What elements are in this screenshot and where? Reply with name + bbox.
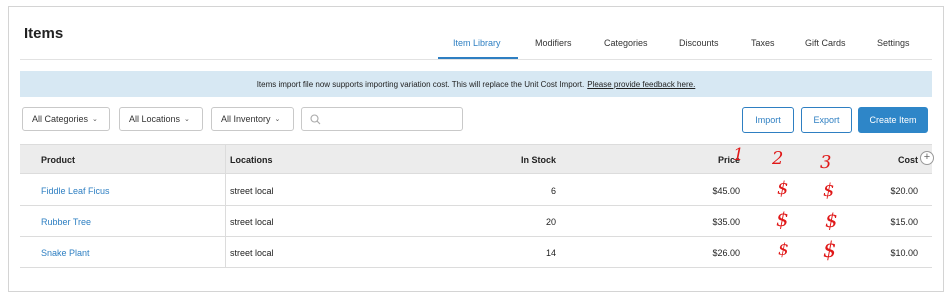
categories-filter[interactable]: All Categories ⌄ <box>22 107 110 131</box>
tab-gift-cards[interactable]: Gift Cards <box>805 38 846 48</box>
annotation-dollar: $ <box>823 180 835 201</box>
annotation-dollar: $ <box>776 207 789 231</box>
annotation-number-3: 3 <box>820 152 832 173</box>
info-banner: Items import file now supports importing… <box>20 71 932 97</box>
locations-filter-label: All Locations <box>129 114 181 124</box>
product-link[interactable]: Fiddle Leaf Ficus <box>41 186 110 196</box>
annotation-dollar: $ <box>777 178 789 199</box>
tab-modifiers[interactable]: Modifiers <box>535 38 572 48</box>
cost-cell: $15.00 <box>890 217 918 227</box>
price-cell: $26.00 <box>712 248 740 258</box>
stock-cell: 20 <box>545 217 556 227</box>
annotation-dollar: $ <box>823 238 837 262</box>
search-field[interactable] <box>301 107 463 131</box>
table-row[interactable]: Fiddle Leaf Ficus street local 6 $45.00 … <box>20 175 932 206</box>
search-input[interactable] <box>324 111 458 127</box>
inventory-filter[interactable]: All Inventory ⌄ <box>211 107 294 131</box>
tabs-divider <box>20 59 932 60</box>
annotation-number-2: 2 <box>772 148 784 169</box>
table-header: Product Locations In Stock Price Cost <box>20 144 932 174</box>
export-button[interactable]: Export <box>801 107 852 133</box>
feedback-link[interactable]: Please provide feedback here. <box>587 80 695 89</box>
stock-cell: 14 <box>545 248 556 258</box>
table-row[interactable]: Snake Plant street local 14 $26.00 $10.0… <box>20 237 932 268</box>
location-cell: street local <box>230 217 274 227</box>
annotation-dollar: $ <box>778 240 789 260</box>
price-cell: $35.00 <box>712 217 740 227</box>
column-cost[interactable]: Cost <box>898 155 918 165</box>
import-button[interactable]: Import <box>742 107 794 133</box>
locations-filter[interactable]: All Locations ⌄ <box>119 107 203 131</box>
chevron-down-icon: ⌄ <box>184 116 190 123</box>
annotation-number-1: 1 <box>733 145 744 165</box>
tab-categories[interactable]: Categories <box>604 38 648 48</box>
create-item-button[interactable]: Create Item <box>858 107 928 133</box>
column-product[interactable]: Product <box>41 155 75 165</box>
column-divider <box>225 144 226 268</box>
tab-bar: Item Library Modifiers Categories Discou… <box>0 38 952 54</box>
plus-circle-icon[interactable]: + <box>920 151 934 165</box>
price-cell: $45.00 <box>712 186 740 196</box>
cost-cell: $10.00 <box>890 248 918 258</box>
cost-cell: $20.00 <box>890 186 918 196</box>
banner-text: Items import file now supports importing… <box>256 79 585 89</box>
product-link[interactable]: Rubber Tree <box>41 217 91 227</box>
tab-taxes[interactable]: Taxes <box>751 38 775 48</box>
product-link[interactable]: Snake Plant <box>41 248 90 258</box>
annotation-dollar: $ <box>825 208 838 232</box>
location-cell: street local <box>230 248 274 258</box>
categories-filter-label: All Categories <box>32 114 89 124</box>
tab-settings[interactable]: Settings <box>877 38 910 48</box>
column-in-stock[interactable]: In Stock <box>521 155 556 165</box>
tab-item-library[interactable]: Item Library <box>453 38 501 48</box>
chevron-down-icon: ⌄ <box>274 116 281 123</box>
search-icon <box>310 114 321 125</box>
column-locations[interactable]: Locations <box>230 155 273 165</box>
inventory-filter-label: All Inventory <box>221 114 271 124</box>
stock-cell: 6 <box>550 186 556 196</box>
table-row[interactable]: Rubber Tree street local 20 $35.00 $15.0… <box>20 206 932 237</box>
chevron-down-icon: ⌄ <box>92 116 98 123</box>
tab-discounts[interactable]: Discounts <box>679 38 719 48</box>
location-cell: street local <box>230 186 274 196</box>
